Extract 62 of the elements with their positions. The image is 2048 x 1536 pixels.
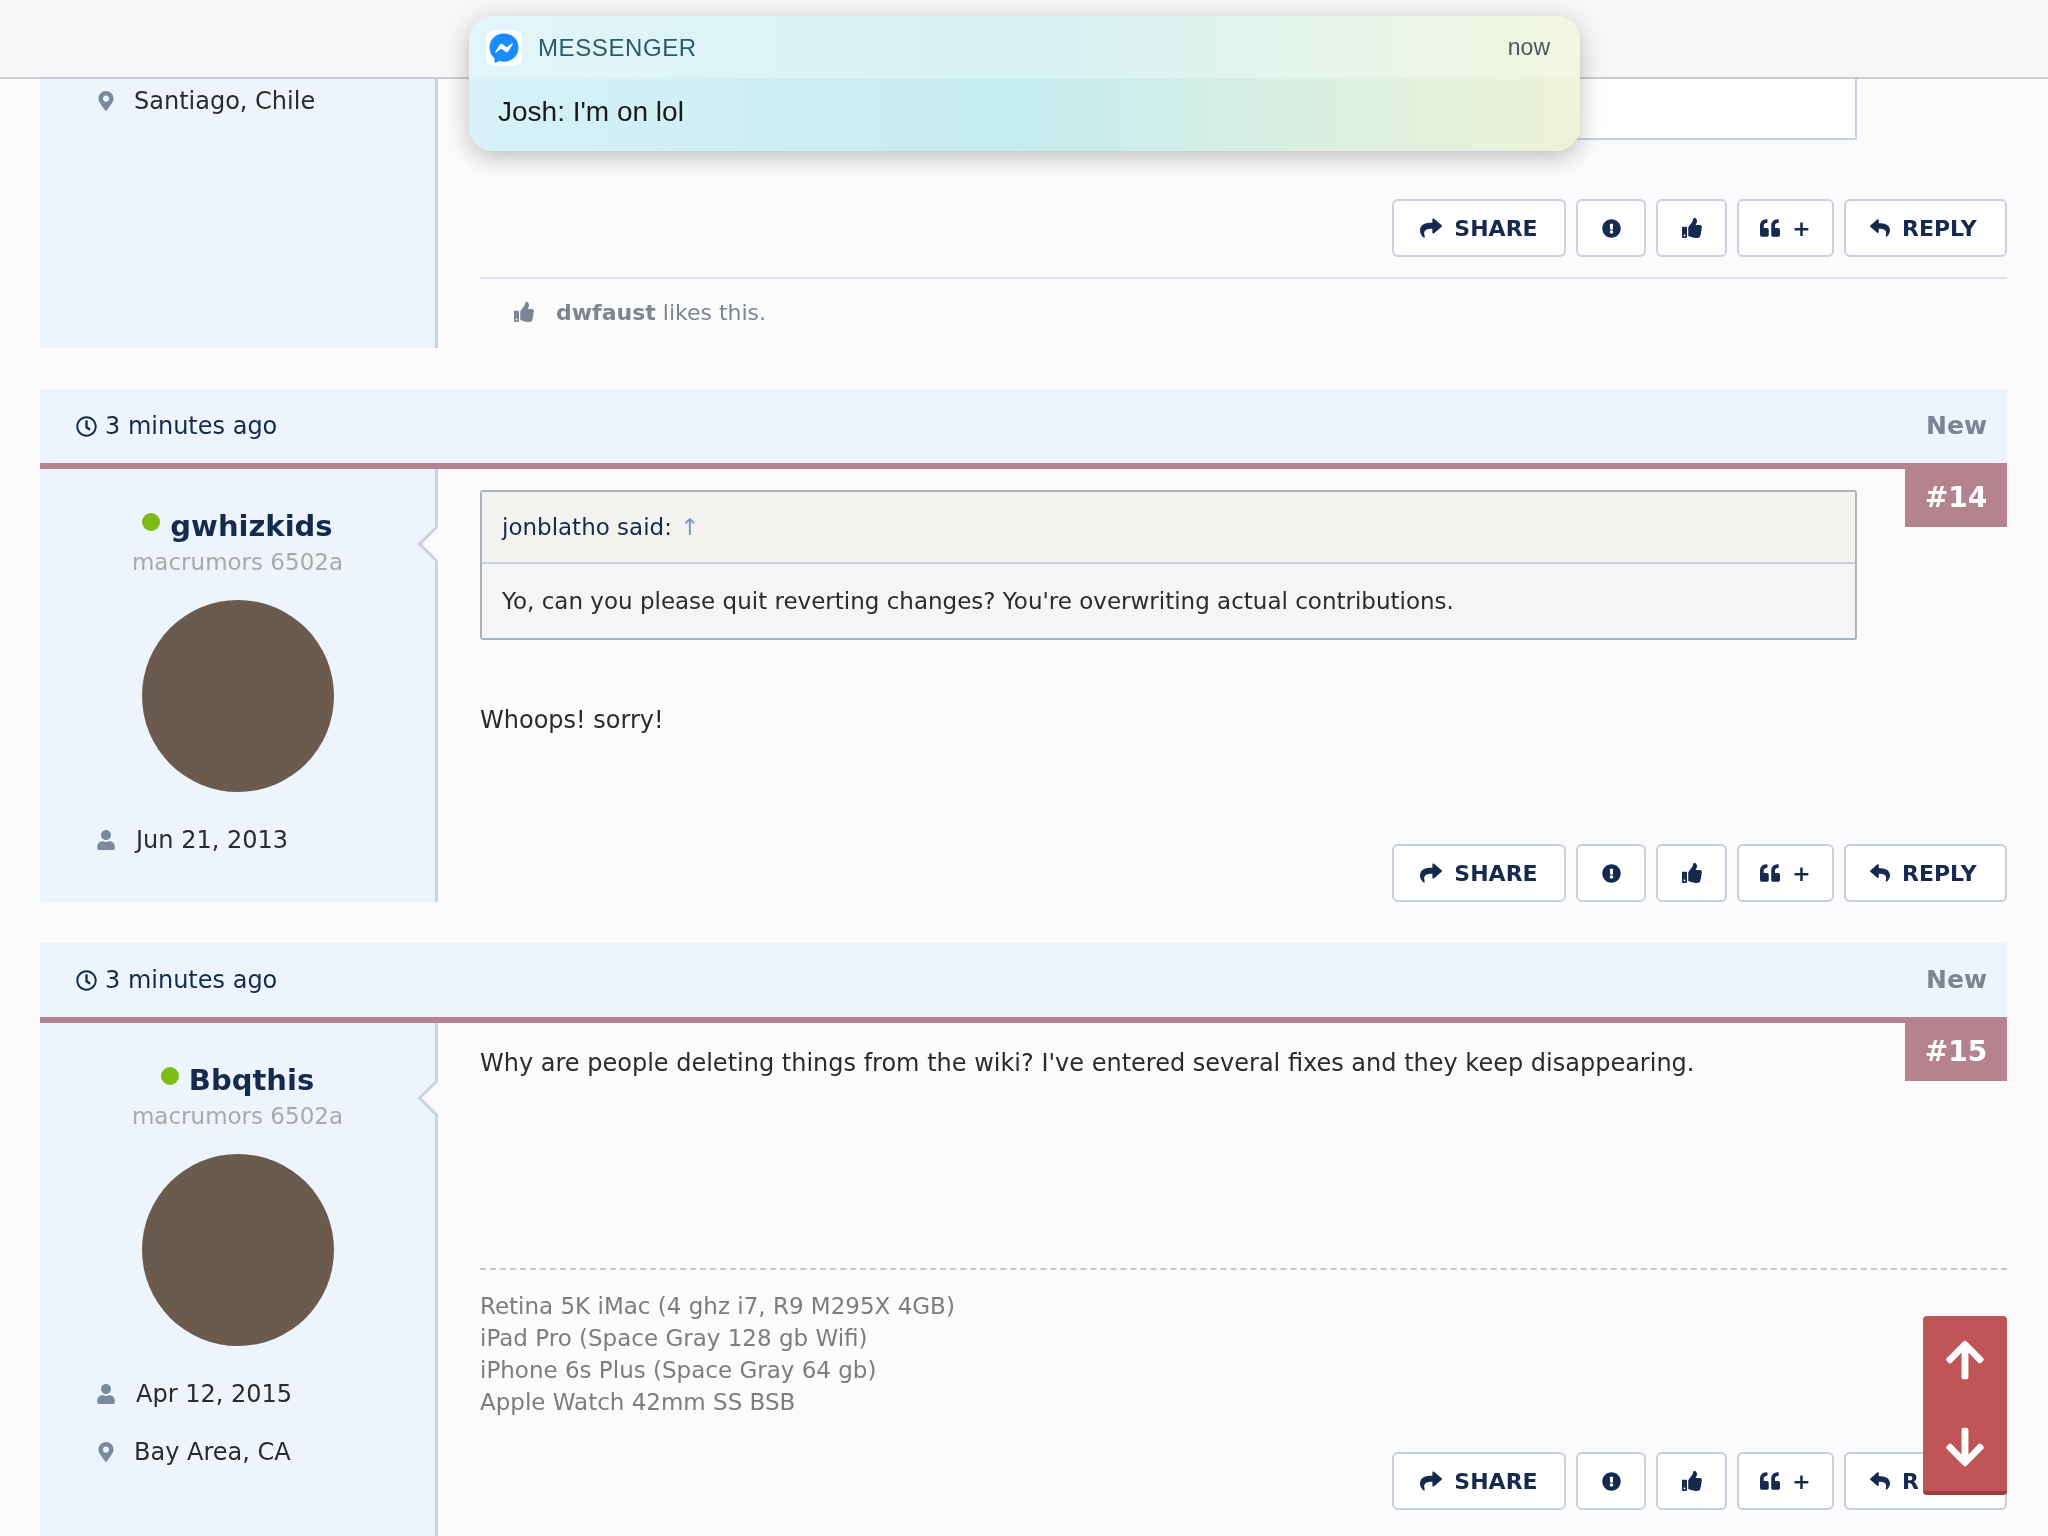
quote-text: Yo, can you please quit reverting changes? You're overwriting actual contributions. [501,586,1455,616]
signature-line: Retina 5K iMac (4 ghz i7, R9 M295X 4GB) [480,1292,955,1321]
exclamation-icon [1601,1471,1621,1491]
user-icon [96,1383,116,1404]
thumbs-up-icon [514,302,534,322]
exclamation-icon [1601,863,1621,883]
username[interactable]: gwhizkids [170,509,333,543]
quote-button[interactable]: + [1737,1452,1834,1510]
location-text: Santiago, Chile [134,86,316,117]
signature-line: iPhone 6s Plus (Space Gray 64 gb) [480,1356,877,1385]
quote-author: jonblatho said: [502,512,672,542]
report-button[interactable] [1576,1452,1646,1510]
notification-time: now [1507,33,1550,63]
user-icon [96,829,116,850]
like-button[interactable] [1656,1452,1727,1510]
app-name: MESSENGER [538,32,697,63]
like-button[interactable] [1656,199,1727,257]
location-pin-icon [98,1441,114,1462]
quote-button[interactable]: + [1737,844,1834,902]
username[interactable]: Bbqthis [188,1063,315,1097]
clock-icon [76,969,97,991]
reply-icon [1870,1471,1890,1491]
location-text: Bay Area, CA [134,1436,291,1468]
join-date: Jun 21, 2013 [136,824,288,856]
reply-button[interactable]: REPLY [1844,199,2007,257]
share-icon [1420,862,1443,884]
thumbs-up-icon [1681,863,1702,883]
share-button[interactable]: SHARE [1392,199,1566,257]
location-pin-icon [98,91,114,111]
user-rank: macrumors 6502a [131,1102,343,1131]
post-time: 3 minutes ago [105,965,278,996]
share-icon [1420,217,1443,239]
thumbs-up-icon [1681,1471,1702,1491]
new-label: New [1926,964,1987,997]
post-message: Why are people deleting things from the wiki? I've entered several fixes and they keep disappearing. [480,1048,1695,1079]
reply-button[interactable]: REPLY [1844,844,2007,902]
like-button[interactable] [1656,844,1727,902]
post-time: 3 minutes ago [105,411,278,442]
signature-line: iPad Pro (Space Gray 128 gb Wifi) [480,1324,868,1353]
report-button[interactable] [1576,199,1646,257]
quote-icon [1760,863,1781,883]
share-button[interactable]: SHARE [1392,844,1566,902]
clock-icon [76,415,97,437]
likes-text: dwfaust likes this. [556,298,767,327]
exclamation-icon [1601,218,1621,238]
join-date: Apr 12, 2015 [136,1378,293,1410]
notification-message: Josh: I'm on lol [498,95,684,129]
share-button[interactable]: SHARE [1392,1452,1566,1510]
quote-icon [1760,218,1781,238]
report-button[interactable] [1576,844,1646,902]
reply-icon [1870,863,1890,883]
post-message: Whoops! sorry! [480,705,664,736]
notification-banner[interactable]: MESSENGER now Josh: I'm on lol [469,16,1580,151]
quote-icon [1760,1471,1781,1491]
signature-line: Apple Watch 42mm SS BSB [480,1388,796,1417]
quote-button[interactable]: + [1737,199,1834,257]
user-rank: macrumors 6502a [131,548,343,577]
reply-icon [1870,218,1890,238]
share-icon [1420,1470,1443,1492]
messenger-app-icon [486,29,522,66]
new-label: New [1926,410,1987,443]
thumbs-up-icon [1681,218,1702,238]
